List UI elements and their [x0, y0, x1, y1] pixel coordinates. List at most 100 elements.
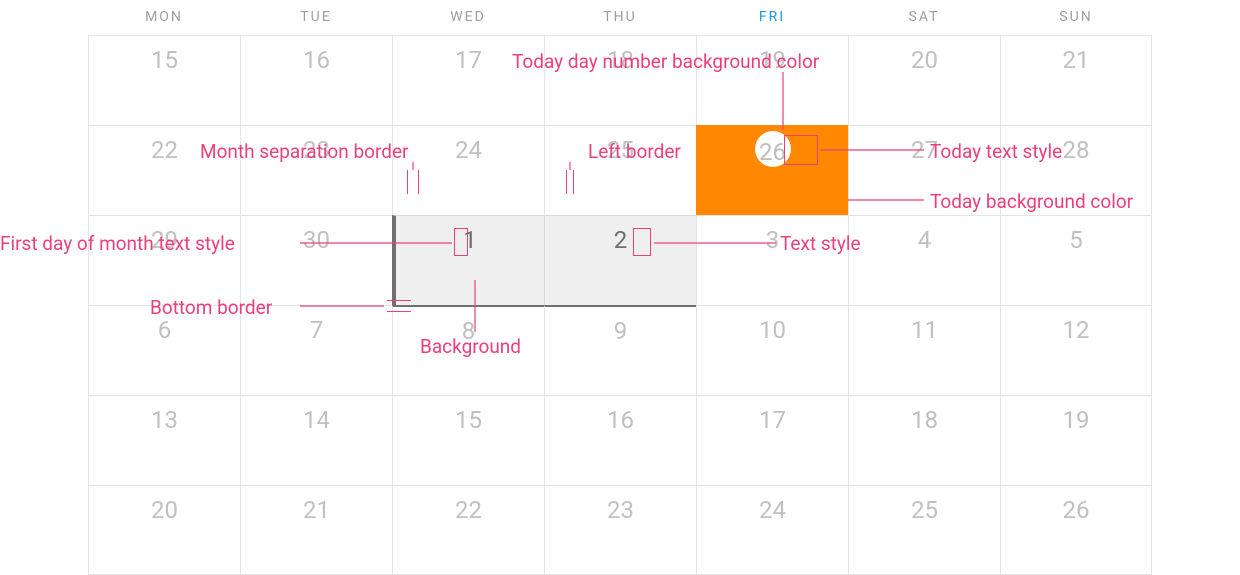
day-number: 6 [158, 316, 172, 344]
day-number: 8 [462, 317, 476, 345]
day-number: 5 [1069, 226, 1083, 254]
day-number: 25 [607, 136, 634, 164]
calendar-cell[interactable]: 28 [1000, 125, 1152, 215]
calendar-cell[interactable]: 23 [240, 125, 392, 215]
calendar-cell[interactable]: 3 [696, 215, 848, 305]
weekday-fri: FRI [696, 0, 848, 35]
calendar-row: 6 7 8 9 10 11 12 [88, 305, 1152, 395]
calendar-cell[interactable]: 16 [240, 35, 392, 125]
day-number: 18 [607, 46, 634, 74]
day-number: 24 [759, 496, 786, 524]
calendar-cell[interactable]: 27 [848, 125, 1000, 215]
calendar-cell[interactable]: 1 [392, 215, 544, 305]
day-number: 9 [614, 317, 628, 345]
weekday-mon: MON [88, 0, 240, 35]
calendar-cell[interactable]: 21 [240, 485, 392, 575]
calendar-cell[interactable]: 30 [240, 215, 392, 305]
day-number: 19 [759, 46, 786, 74]
day-number: 1 [463, 226, 477, 254]
diagram-stage: MON TUE WED THU FRI SAT SUN 151617181920… [0, 0, 1240, 575]
day-number: 2 [614, 226, 628, 254]
weekday-thu: THU [544, 0, 696, 35]
calendar-cell[interactable]: 15 [392, 395, 544, 485]
day-number: 23 [607, 496, 634, 524]
calendar-cell-today[interactable]: 26 [696, 125, 848, 215]
day-number: 14 [303, 406, 330, 434]
day-number: 22 [151, 136, 178, 164]
calendar-cell[interactable]: 24 [696, 485, 848, 575]
calendar-cell[interactable]: 29 [88, 215, 240, 305]
calendar-cell[interactable]: 23 [544, 485, 696, 575]
calendar-cell[interactable]: 24 [392, 125, 544, 215]
day-number: 23 [303, 136, 330, 164]
calendar-cell[interactable]: 20 [88, 485, 240, 575]
calendar-cell[interactable]: 25 [848, 485, 1000, 575]
day-number: 22 [455, 496, 482, 524]
calendar-cell[interactable]: 21 [1000, 35, 1152, 125]
weekday-sat: SAT [848, 0, 1000, 35]
calendar-cell[interactable]: 25 [544, 125, 696, 215]
calendar-cell[interactable]: 13 [88, 395, 240, 485]
day-number: 20 [151, 496, 178, 524]
weekday-sun: SUN [1000, 0, 1152, 35]
calendar-cell[interactable]: 22 [88, 125, 240, 215]
calendar-cell[interactable]: 4 [848, 215, 1000, 305]
calendar-cell[interactable]: 20 [848, 35, 1000, 125]
day-number: 27 [911, 136, 938, 164]
calendar: MON TUE WED THU FRI SAT SUN 151617181920… [88, 0, 1152, 575]
day-number: 12 [1063, 316, 1090, 344]
calendar-cell[interactable]: 19 [696, 35, 848, 125]
weekday-header: MON TUE WED THU FRI SAT SUN [88, 0, 1152, 35]
calendar-cell[interactable]: 10 [696, 305, 848, 395]
calendar-row: 22 23 24 25 26 27 28 [88, 125, 1152, 215]
calendar-row: 20 21 22 23 24 25 26 [88, 485, 1152, 575]
calendar-cell[interactable]: 2 [544, 215, 696, 305]
day-number: 3 [766, 226, 780, 254]
calendar-cell[interactable]: 14 [240, 395, 392, 485]
calendar-cell[interactable]: 18 [848, 395, 1000, 485]
calendar-cell[interactable]: 19 [1000, 395, 1152, 485]
day-number: 21 [303, 496, 330, 524]
day-number: 17 [759, 406, 786, 434]
day-number: 15 [455, 406, 482, 434]
day-number: 16 [607, 406, 634, 434]
day-number: 26 [759, 138, 786, 166]
day-number: 18 [911, 406, 938, 434]
calendar-row: 13 14 15 16 17 18 19 [88, 395, 1152, 485]
day-number: 15 [151, 46, 178, 74]
day-number: 16 [303, 46, 330, 74]
weekday-tue: TUE [240, 0, 392, 35]
day-number: 13 [151, 406, 178, 434]
calendar-row: 29 30 1 2 3 4 5 [88, 215, 1152, 305]
day-number: 20 [911, 46, 938, 74]
calendar-cell[interactable]: 9 [544, 305, 696, 395]
calendar-cell[interactable]: 11 [848, 305, 1000, 395]
calendar-cell[interactable]: 5 [1000, 215, 1152, 305]
weekday-wed: WED [392, 0, 544, 35]
calendar-cell[interactable]: 16 [544, 395, 696, 485]
calendar-cell[interactable]: 8 [392, 305, 544, 395]
calendar-cell[interactable]: 26 [1000, 485, 1152, 575]
day-number: 25 [911, 496, 938, 524]
day-number: 30 [303, 226, 330, 254]
day-number: 29 [151, 226, 178, 254]
day-number: 28 [1063, 136, 1090, 164]
day-number: 19 [1063, 406, 1090, 434]
calendar-cell[interactable]: 6 [88, 305, 240, 395]
day-number: 26 [1063, 496, 1090, 524]
day-number: 17 [455, 46, 482, 74]
calendar-cell[interactable]: 12 [1000, 305, 1152, 395]
calendar-cell[interactable]: 17 [696, 395, 848, 485]
calendar-cell[interactable]: 7 [240, 305, 392, 395]
day-number: 11 [911, 316, 938, 344]
day-number: 7 [310, 316, 324, 344]
day-number: 21 [1063, 46, 1090, 74]
calendar-cell[interactable]: 22 [392, 485, 544, 575]
calendar-cell[interactable]: 17 [392, 35, 544, 125]
day-number: 10 [759, 316, 786, 344]
calendar-cell[interactable]: 15 [88, 35, 240, 125]
day-number: 4 [918, 226, 932, 254]
calendar-row: 15 16 17 18 19 20 21 [88, 35, 1152, 125]
calendar-cell[interactable]: 18 [544, 35, 696, 125]
calendar-rows: 1516171819202122232425262728293012345678… [88, 35, 1152, 575]
